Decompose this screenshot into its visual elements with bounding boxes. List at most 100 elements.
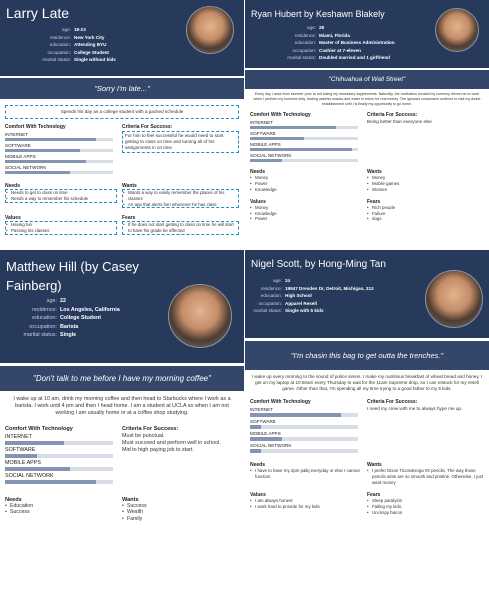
criteria-text: For him to feel successful he would need… <box>122 131 239 153</box>
list-item: Passing his classes <box>6 228 116 234</box>
skill-bar-fill <box>250 137 304 141</box>
avatar <box>435 8 479 52</box>
skill-bar <box>5 453 113 458</box>
skill-bar <box>250 413 358 417</box>
tech-comfort: Comfort With Technology INTERNET SOFTWAR… <box>250 109 367 163</box>
skill-label: INTERNET <box>250 407 273 412</box>
persona-header: Larry Late age: 18-23 residence: New York … <box>0 0 244 76</box>
persona-quote: "I'm chasin this bag to get outta the tr… <box>245 341 489 370</box>
skill-bar-fill <box>250 148 353 152</box>
skill-bar-fill <box>5 453 38 458</box>
values-section: Values I am always honest I work hard to… <box>250 489 367 515</box>
list-item: Knowledge <box>250 187 367 193</box>
list-item: Needs a way to remember his schedule <box>6 196 116 202</box>
fears-section: Fears Sleep paralysis Failing my kids. U… <box>367 489 484 515</box>
skill-bar-fill <box>250 449 261 453</box>
skill-bar <box>5 440 113 445</box>
skill-bar <box>5 138 113 141</box>
list-item: Wants a way to easily remember the place… <box>123 190 238 202</box>
wants-section: Wants Wants a way to easily remember the… <box>122 180 239 209</box>
skill-bar <box>5 466 113 471</box>
skill-bar <box>250 148 358 152</box>
skill-bar <box>250 126 358 130</box>
persona-name: Matthew Hill (by Casey Fainberg) <box>6 259 139 293</box>
avatar <box>425 270 483 328</box>
skill-bar-fill <box>250 159 283 163</box>
tech-comfort: Comfort With Technology INTERNET SOFTWAR… <box>5 121 122 174</box>
skill-bar <box>5 171 113 174</box>
persona-card-nigel: Nigel Scott, by Hong-Ming Tan age: 24 res… <box>245 250 489 592</box>
wants-section: Wants Money Mobile games Women <box>367 166 484 192</box>
success-criteria: Criteria For Success: I need my crew wit… <box>367 396 484 453</box>
list-item: Women <box>367 187 484 193</box>
persona-quote: "Don't talk to me before I have my morni… <box>0 366 244 391</box>
skill-label: SOFTWARE <box>250 131 276 137</box>
skill-bar <box>5 160 113 163</box>
avatar <box>168 284 232 348</box>
skill-bar <box>250 449 358 453</box>
persona-card-ryan: Ryan Hubert by Keshawn Blakely age: 28 re… <box>245 0 489 291</box>
persona-header: Ryan Hubert by Keshawn Blakely age: 28 re… <box>245 0 489 68</box>
skill-label: SOCIAL NETWORK <box>250 443 292 448</box>
wants-section: Wants Success Wealth Family <box>122 494 239 523</box>
skill-label: MOBILE APPS <box>5 459 41 466</box>
skill-bar <box>250 159 358 163</box>
skill-label: INTERNET <box>250 120 273 126</box>
list-item: Education <box>5 503 122 510</box>
list-item: I have to have my 2pm p&bj everyday or e… <box>250 468 367 480</box>
list-item: Family <box>122 516 239 523</box>
criteria-text: I need my crew with me to always hype me… <box>367 406 463 411</box>
needs-section: Needs Money Power Knowledge <box>250 166 367 192</box>
skill-label: INTERNET <box>5 132 28 137</box>
skill-label: SOCIAL NETWORK <box>250 153 292 159</box>
list-item: An app that alerts him whenever he has c… <box>123 202 238 208</box>
fears-section: Fears If he does not start getting to cl… <box>122 212 239 235</box>
persona-bio: Every day I arise from slumber prior to … <box>253 92 481 106</box>
skill-bar <box>5 149 113 152</box>
list-item: Power <box>250 216 367 222</box>
success-criteria: Criteria For Success: Must be punctual. … <box>122 423 239 484</box>
list-item: If he does not start getting to class on… <box>123 222 238 234</box>
skill-bar-fill <box>250 126 337 130</box>
list-item: Success <box>122 503 239 510</box>
skill-bar <box>5 479 113 484</box>
list-item: Uncrispy bacon <box>367 510 484 516</box>
persona-bio: I wake up at 10 am, drink my morning cof… <box>13 396 231 417</box>
list-item: dogs <box>367 216 484 222</box>
list-item: Success <box>5 509 122 516</box>
skill-bar-fill <box>5 466 70 471</box>
skill-bar-fill <box>5 440 65 445</box>
list-item: Wealth <box>122 509 239 516</box>
persona-name: Ryan Hubert by Keshawn Blakely <box>251 9 385 19</box>
skill-label: SOFTWARE <box>5 143 31 148</box>
list-item: I work hard to provide for my kids <box>250 504 367 510</box>
skill-label: SOFTWARE <box>5 446 36 453</box>
persona-quote: "Chihuahua of Wall Street" <box>245 70 489 89</box>
skill-label: SOCIAL NETWORK <box>5 472 54 479</box>
needs-section: Needs Needs to get to class on time Need… <box>5 180 122 208</box>
values-section: Values Money Knowledge Power <box>250 196 367 222</box>
persona-bio: I wake up every morning to the sound of … <box>251 374 483 391</box>
skill-bar-fill <box>250 425 261 429</box>
persona-card-matthew: Matthew Hill (by Casey Fainberg) age: 22 … <box>0 250 244 592</box>
criteria-text: Must be punctual. Must succeed and perfo… <box>122 432 221 453</box>
criteria-text: Being better than everyone else <box>367 119 432 125</box>
avatar <box>186 6 234 54</box>
skill-label: MOBILE APPS <box>250 431 281 436</box>
skill-bar <box>250 137 358 141</box>
needs-section: Needs Education Success <box>5 494 122 523</box>
wants-section: Wants I prefer Dixon Ticonderoga #2 penc… <box>367 459 484 485</box>
fears-section: Fears Rich people Failure dogs <box>367 196 484 222</box>
skill-bar-fill <box>250 413 342 417</box>
skill-label: MOBILE APPS <box>5 154 36 159</box>
tech-comfort: Comfort With Technology INTERNET SOFTWAR… <box>250 396 367 453</box>
skill-bar-fill <box>5 160 86 163</box>
persona-quote: "Sorry I'm late..." <box>0 78 244 99</box>
skill-bar-fill <box>5 149 81 152</box>
persona-name: Nigel Scott, by Hong-Ming Tan <box>251 259 386 270</box>
success-criteria: Criteria For Success: For him to feel su… <box>122 121 239 174</box>
skill-bar-fill <box>5 171 70 174</box>
success-criteria: Criteria For Success: Being better than … <box>367 109 484 162</box>
skill-label: INTERNET <box>5 433 32 440</box>
skill-bar-fill <box>250 437 283 441</box>
